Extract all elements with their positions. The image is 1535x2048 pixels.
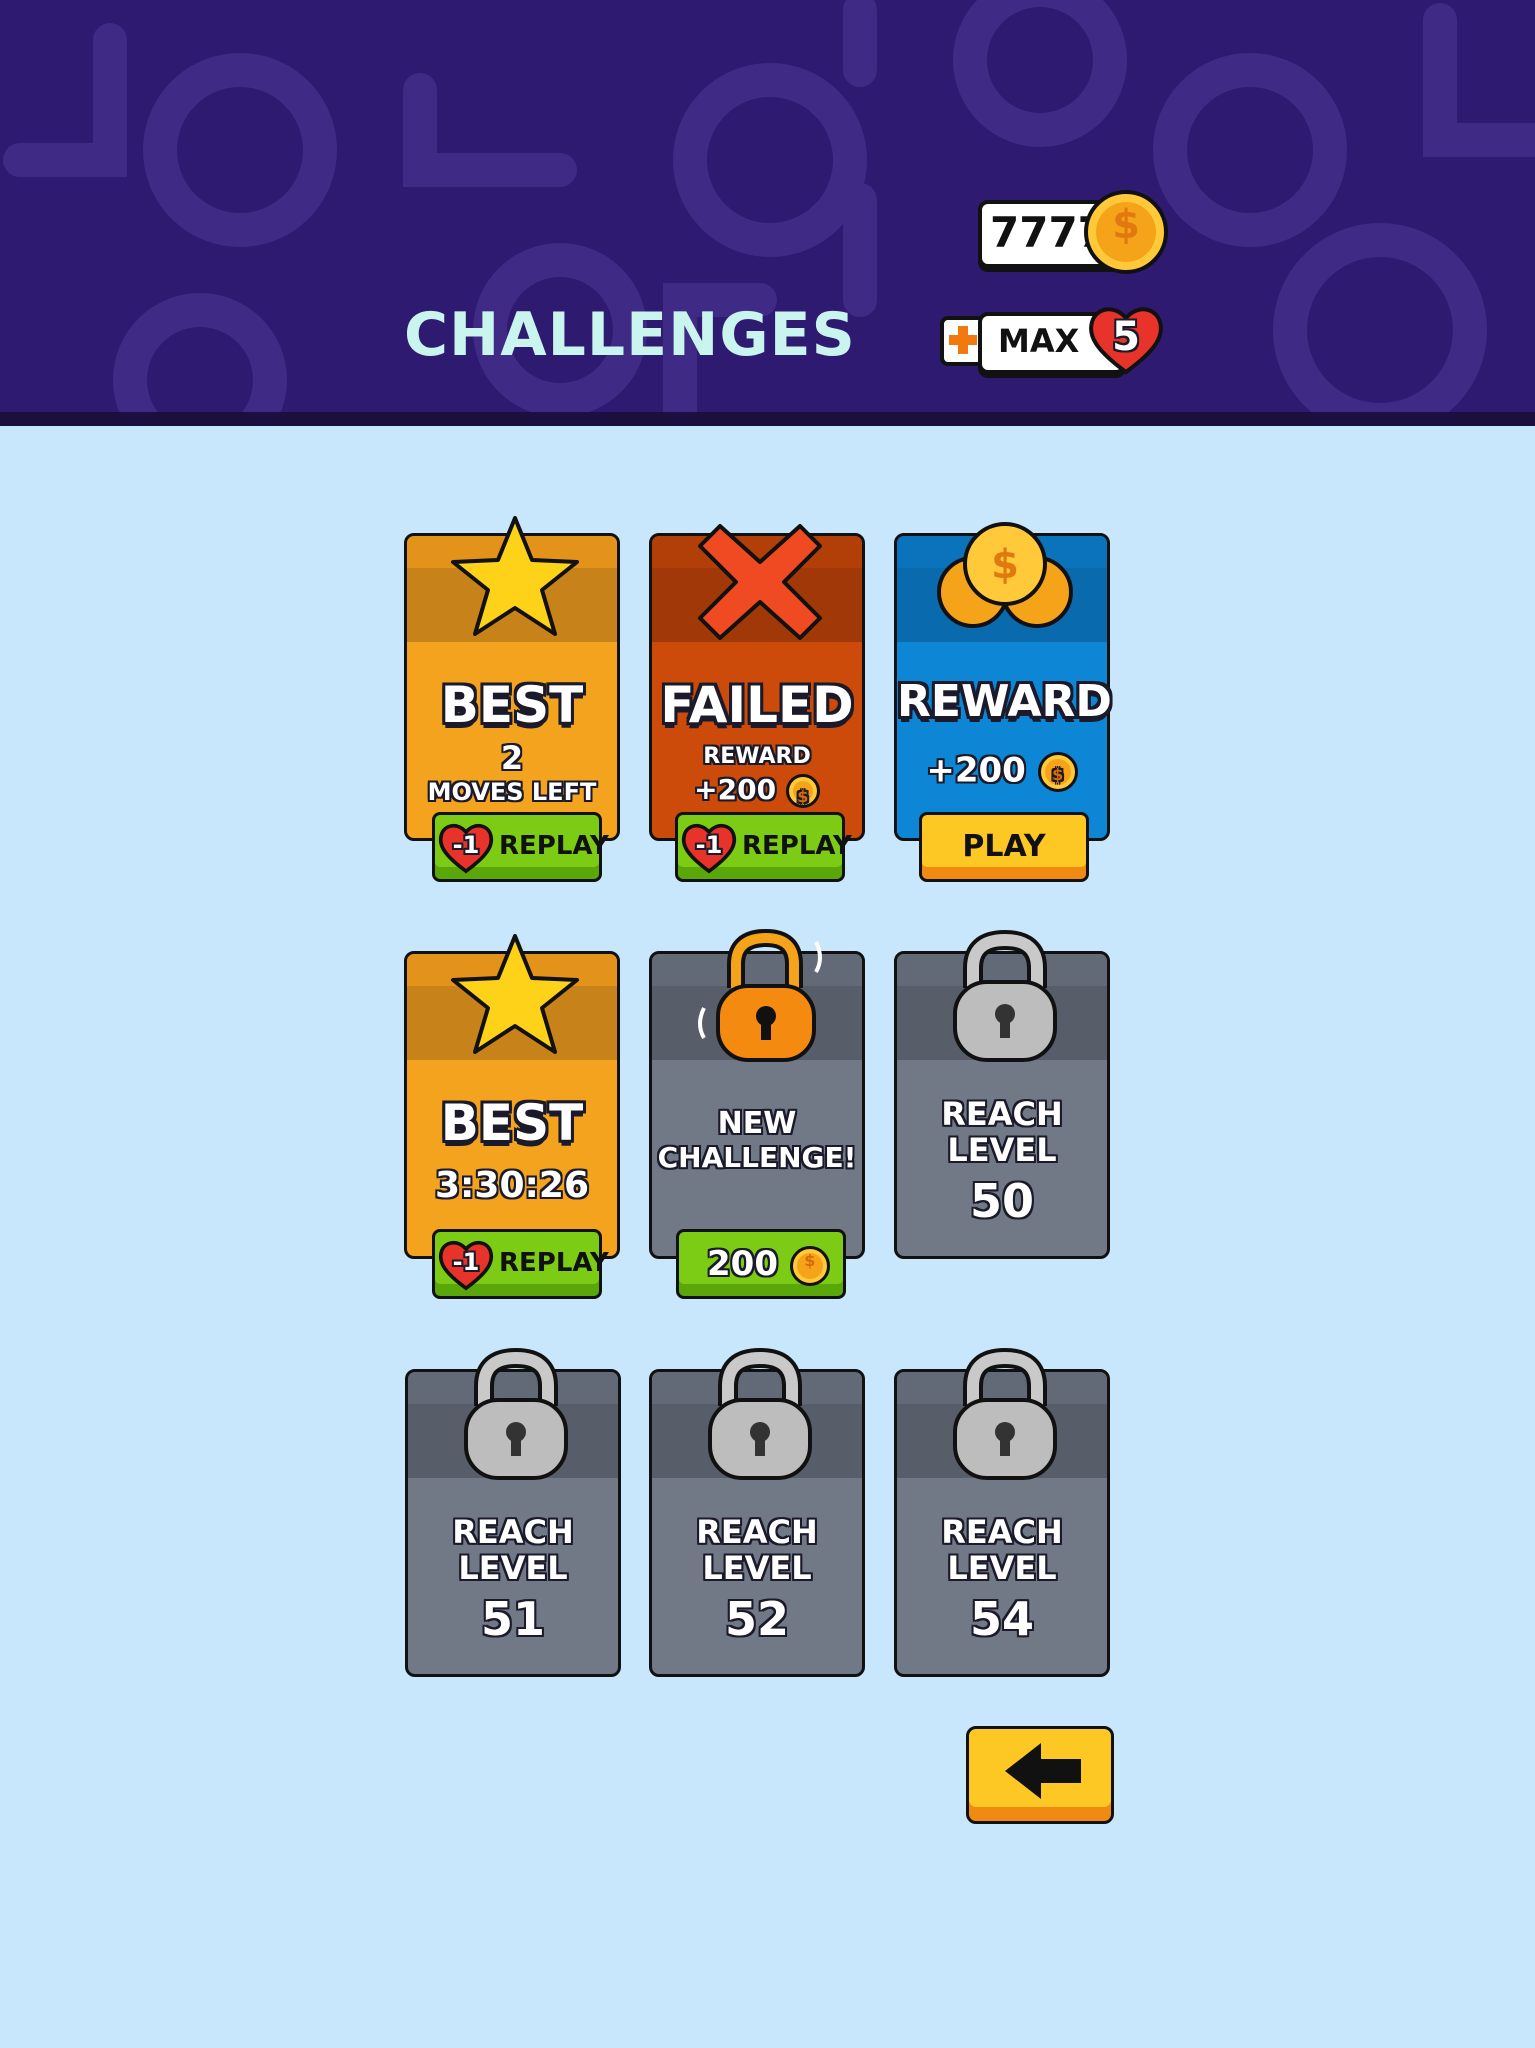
x-icon <box>698 524 822 640</box>
unlock-cost: 200 <box>707 1244 778 1284</box>
reward-amount: +200 <box>652 772 862 815</box>
coin-icon <box>785 774 820 815</box>
replay-label: REPLAY <box>499 1248 609 1278</box>
card-title: BEST <box>440 676 584 734</box>
reward-label: REWARD <box>703 744 811 769</box>
replay-button[interactable]: -1 REPLAY <box>675 812 852 882</box>
challenge-card-8[interactable]: REACH LEVEL 52 <box>649 1347 865 1677</box>
page-title: CHALLENGES <box>404 300 856 370</box>
card-moves: 2 <box>500 739 524 777</box>
challenge-card-4[interactable]: BEST 3:30:26 <box>404 934 620 1259</box>
challenge-label: CHALLENGE! <box>657 1141 857 1174</box>
new-label: NEW <box>717 1106 797 1141</box>
replay-button[interactable]: -1 REPLAY <box>432 812 609 882</box>
level-label: LEVEL <box>702 1549 812 1587</box>
coin-icon <box>1084 190 1168 274</box>
back-button[interactable] <box>966 1726 1114 1824</box>
card-title: BEST <box>440 1094 584 1152</box>
play-label: PLAY <box>962 829 1046 864</box>
lives-count: 5 <box>1112 314 1140 360</box>
coin-stack-icon: $ <box>937 522 1073 628</box>
lives-label: MAX <box>998 322 1080 360</box>
challenge-card-9[interactable]: REACH LEVEL 54 <box>894 1347 1110 1677</box>
star-icon <box>451 516 579 636</box>
play-button[interactable]: PLAY <box>919 812 1089 882</box>
svg-text:$: $ <box>991 542 1019 588</box>
reach-label: REACH <box>941 1095 1063 1133</box>
arrow-left-icon <box>1005 1743 1081 1799</box>
replay-label: REPLAY <box>742 831 852 861</box>
lock-icon <box>708 1347 812 1480</box>
lock-icon <box>464 1347 568 1480</box>
replay-button[interactable]: -1 REPLAY <box>432 1229 609 1299</box>
heart-icon: -1 <box>437 1236 495 1294</box>
header: CHALLENGES 7777 MAX 5 <box>0 0 1535 412</box>
coin-icon <box>789 1245 830 1286</box>
challenge-card-7[interactable]: REACH LEVEL 51 <box>405 1347 621 1677</box>
challenge-card-3[interactable]: $ REWARD +200 <box>894 522 1112 841</box>
best-time: 3:30:26 <box>434 1165 590 1206</box>
reach-label: REACH <box>696 1513 818 1551</box>
challenge-card-6[interactable]: REACH LEVEL 50 <box>894 929 1110 1259</box>
level-number: 51 <box>480 1592 545 1646</box>
lock-icon <box>953 1347 1057 1480</box>
heart-icon: -1 <box>437 819 495 877</box>
star-icon <box>451 934 579 1054</box>
lock-icon <box>953 929 1057 1062</box>
reach-label: REACH <box>941 1513 1063 1551</box>
unlock-button[interactable]: 200 <box>676 1229 846 1299</box>
level-label: LEVEL <box>947 1549 1057 1587</box>
header-divider <box>0 412 1535 426</box>
unlocked-lock-icon <box>698 928 822 1062</box>
coin-icon <box>1037 752 1078 793</box>
reward-amount: +200 <box>897 752 1107 793</box>
card-moves-label: MOVES LEFT <box>427 778 597 806</box>
level-label: LEVEL <box>947 1131 1057 1169</box>
card-title: FAILED <box>660 676 854 734</box>
challenge-card-5[interactable]: NEW CHALLENGE! <box>649 928 865 1259</box>
challenge-card-1[interactable]: BEST 2 MOVES LEFT <box>404 516 620 841</box>
heart-icon: 5 <box>1086 300 1166 380</box>
level-number: 50 <box>969 1174 1034 1228</box>
level-number: 52 <box>724 1592 789 1646</box>
card-title: REWARD <box>897 676 1112 727</box>
heart-icon: -1 <box>680 819 738 877</box>
level-number: 54 <box>969 1592 1034 1646</box>
challenge-card-2[interactable]: FAILED REWARD +200 <box>649 524 865 841</box>
replay-label: REPLAY <box>499 831 609 861</box>
reach-label: REACH <box>452 1513 574 1551</box>
level-label: LEVEL <box>458 1549 568 1587</box>
